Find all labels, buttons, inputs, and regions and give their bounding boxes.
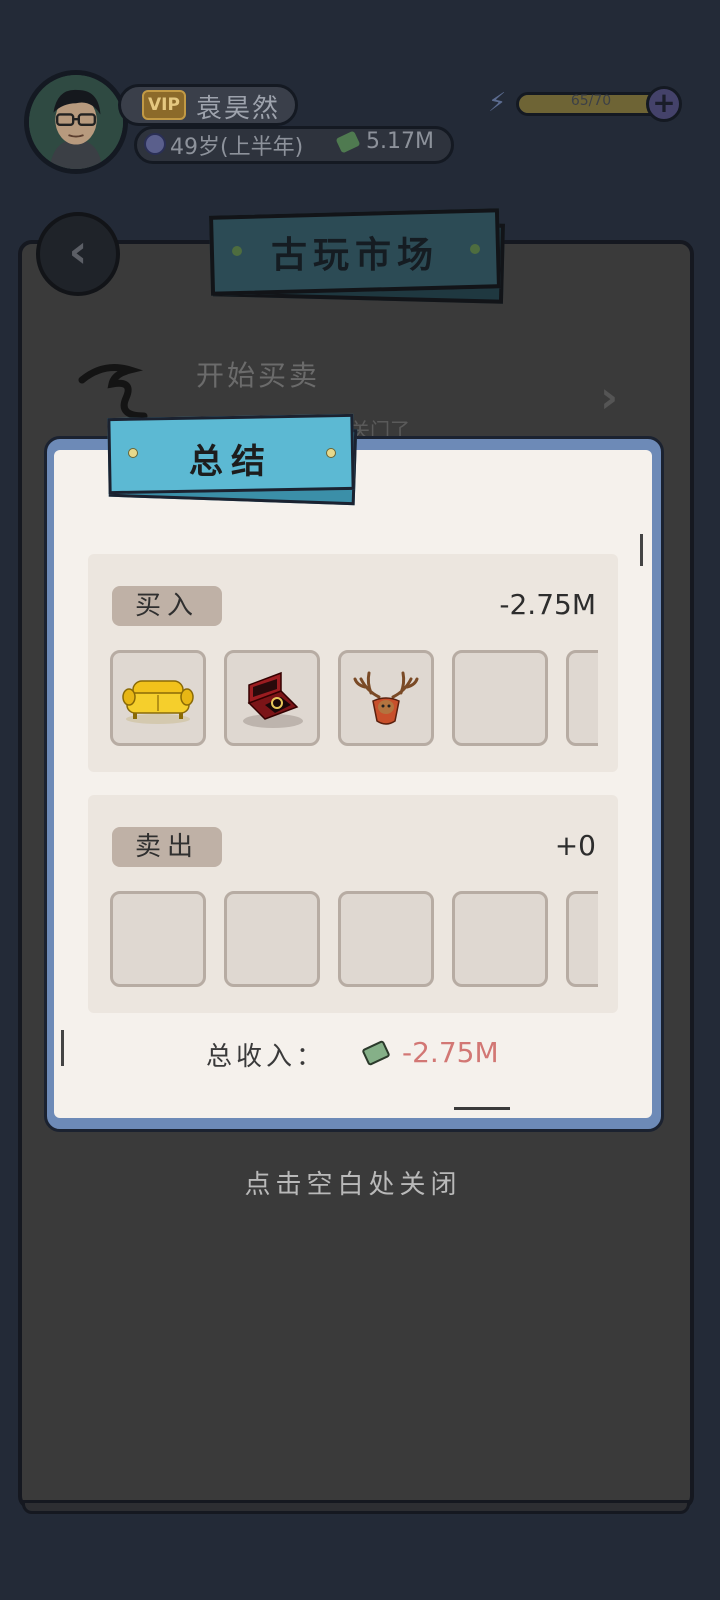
market-panel-base xyxy=(22,1500,690,1514)
buy-item-slots xyxy=(110,650,598,746)
energy-text: 65/70 xyxy=(570,93,612,109)
antler-trophy-icon xyxy=(353,671,419,725)
buy-amount: -2.75M xyxy=(499,588,596,621)
scrollbar-top[interactable] xyxy=(640,534,643,566)
lightning-icon: ⚡ xyxy=(488,88,507,118)
item-slot[interactable] xyxy=(110,891,206,987)
summary-dialog-paper xyxy=(54,450,652,1118)
chevron-right-icon[interactable]: › xyxy=(600,372,618,423)
buy-label: 买入 xyxy=(112,586,222,626)
scrollbar-side xyxy=(61,1030,64,1066)
back-button[interactable]: ‹ xyxy=(36,212,120,296)
avatar-portrait-icon xyxy=(29,75,123,169)
close-hint[interactable]: 点击空白处关闭 xyxy=(0,1164,706,1201)
ring-box-icon xyxy=(243,671,303,728)
sell-amount: +0 xyxy=(554,829,596,862)
item-slot[interactable] xyxy=(452,891,548,987)
player-cash: 5.17M xyxy=(366,129,434,154)
item-slot[interactable] xyxy=(566,650,598,746)
start-trade-title[interactable]: 开始买卖 xyxy=(196,354,320,394)
clock-icon xyxy=(144,133,166,155)
summary-title: 总结 xyxy=(189,442,273,482)
item-slot[interactable] xyxy=(338,891,434,987)
sell-label: 卖出 xyxy=(112,827,222,867)
player-age: 49岁(上半年) xyxy=(170,135,304,160)
item-slot[interactable] xyxy=(452,650,548,746)
item-slot[interactable] xyxy=(110,650,206,746)
total-income-label: 总收入： xyxy=(206,1042,327,1072)
item-slot[interactable] xyxy=(566,891,598,987)
vip-badge[interactable]: VIP xyxy=(142,90,186,120)
sofa-icon xyxy=(122,680,194,724)
scroll-indicator xyxy=(454,1107,510,1110)
item-slot[interactable] xyxy=(338,650,434,746)
player-name: 袁昊然 xyxy=(196,94,281,124)
add-energy-button[interactable]: + xyxy=(646,86,682,122)
total-income-value: -2.75M xyxy=(402,1036,499,1069)
market-title: 古玩市场 xyxy=(270,235,439,276)
sell-item-slots xyxy=(110,891,598,987)
item-slot[interactable] xyxy=(224,650,320,746)
player-avatar[interactable] xyxy=(24,70,128,174)
item-slot[interactable] xyxy=(224,891,320,987)
